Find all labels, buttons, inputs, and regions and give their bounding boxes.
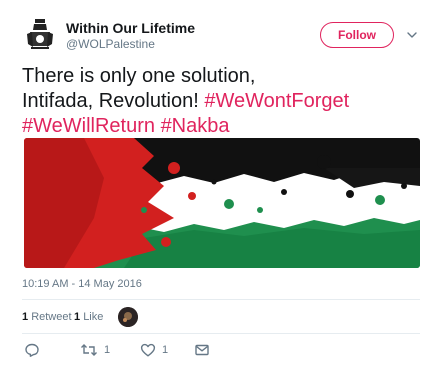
- retweet-button[interactable]: 1: [80, 341, 110, 359]
- hashtag-link[interactable]: #WeWontForget: [204, 90, 349, 112]
- heart-icon: [140, 343, 156, 357]
- liker-avatar[interactable]: [118, 307, 138, 327]
- tweet-text-line: There is only one solution,: [22, 65, 256, 87]
- palestinian-flag-paint-splatter-image: [24, 138, 420, 268]
- user-avatar[interactable]: [22, 16, 58, 52]
- hashtag-link[interactable]: #Nakba: [161, 115, 230, 137]
- likes-stat[interactable]: 1 Like: [74, 311, 103, 323]
- retweet-count: 1: [104, 344, 111, 356]
- direct-message-icon: [195, 344, 209, 356]
- like-count: 1: [162, 344, 169, 356]
- user-handle[interactable]: @WOLPalestine: [66, 37, 155, 51]
- retweet-icon: [81, 344, 97, 356]
- tweet-text-plain: Intifada, Revolution!: [22, 90, 199, 112]
- tweet-text-line: #WeWillReturn #Nakba: [22, 114, 422, 139]
- divider: [22, 299, 420, 300]
- emblem-avatar-icon: [22, 16, 58, 52]
- follow-button[interactable]: Follow: [320, 22, 394, 48]
- chevron-down-icon[interactable]: [406, 29, 418, 41]
- retweets-count: 1: [22, 311, 29, 323]
- like-button[interactable]: 1: [140, 341, 168, 359]
- likes-label: Like: [83, 311, 104, 323]
- direct-message-button[interactable]: [194, 341, 210, 359]
- tweet-card: Within Our Lifetime @WOLPalestine Follow…: [0, 0, 442, 375]
- reply-icon: [25, 343, 39, 357]
- tweet-text-line: Intifada, Revolution! #WeWontForget: [22, 89, 422, 114]
- tweet-media-image[interactable]: [24, 138, 420, 268]
- display-name[interactable]: Within Our Lifetime: [66, 20, 195, 36]
- retweets-stat[interactable]: 1 Retweet: [22, 311, 72, 323]
- liker-avatar-icon: [118, 307, 138, 327]
- tweet-text: There is only one solution, Intifada, Re…: [22, 64, 422, 139]
- tweet-actions: 1 1: [22, 341, 420, 361]
- divider: [22, 333, 420, 334]
- tweet-timestamp[interactable]: 10:19 AM - 14 May 2016: [22, 278, 142, 290]
- likes-count: 1: [74, 311, 81, 323]
- reply-button[interactable]: [24, 341, 40, 359]
- hashtag-link[interactable]: #WeWillReturn: [22, 115, 155, 137]
- retweets-label: Retweet: [31, 311, 72, 323]
